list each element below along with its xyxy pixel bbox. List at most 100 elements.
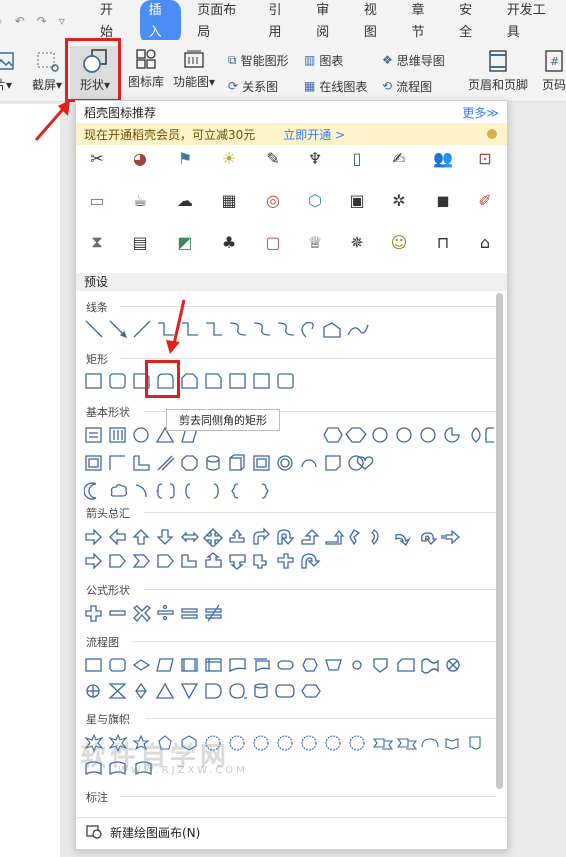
pie-icon[interactable]: ◕ [129,147,151,169]
divider [146,718,496,719]
tab-insert[interactable]: 插入 [139,0,182,44]
bracket-shapes-icon [84,482,269,500]
weather-icon[interactable]: ☁ [174,189,196,211]
book-icon[interactable]: ▯ [346,147,368,169]
svg-text:#: # [550,55,559,68]
function-chart-icon [172,48,216,73]
line-shapes-icon [85,320,369,339]
search-doc-icon[interactable]: ▢ [262,231,284,253]
smartart-icon: ⧉ [228,52,237,67]
search-icon[interactable]: ⌕ [0,14,3,29]
tab-security[interactable]: 安全 [447,0,495,44]
flowchart-row-2 [84,681,364,701]
lines-row [84,319,384,339]
wallet-icon[interactable]: ▭ [86,189,108,211]
icon-library-label: 图标库 [127,75,164,89]
mindmap-button[interactable]: ❖ 思维导图 [382,50,445,70]
new-canvas-button[interactable]: 新建绘图画布(N) [76,817,507,847]
divider [132,641,496,642]
flowchart-icon: ⟲ [382,79,393,93]
tree-icon[interactable]: ♣ [218,231,240,253]
contact-card-icon[interactable]: ▣ [346,189,368,211]
flag-icon[interactable]: ⚑ [174,147,196,169]
chart-icon: ▥ [304,53,316,67]
bulb-icon[interactable]: ☀ [218,147,240,169]
fountain-icon[interactable]: ♆ [304,147,326,169]
section-flowchart: 流程图 [86,636,119,649]
tab-section[interactable]: 章节 [399,0,447,44]
section-basic-shapes: 基本形状 [86,406,130,419]
equation-row [84,603,234,623]
shape-tooltip: 剪去同侧角的矩形 [166,409,280,431]
icon-library-icon [126,48,166,73]
crab-icon[interactable]: ✵ [346,231,368,253]
icon-library-button[interactable]: 图标库 [126,48,166,90]
note-icon[interactable]: ✐ [474,189,496,211]
person-icon[interactable]: ☺ [388,231,410,253]
page-number-icon: # [534,46,566,76]
canvas-icon [86,823,102,842]
presentation-icon[interactable]: ◩ [174,231,196,253]
ribbon-tabs: 开始 插入 页面布局 引用 审阅 视图 章节 安全 开发工具 [88,0,566,44]
factory-icon[interactable]: ⊓ [432,231,454,253]
flowchart-shapes-icon-2 [86,682,321,700]
close-icon[interactable] [487,129,497,139]
coffee-icon[interactable]: ☕ [129,189,151,211]
basket-icon[interactable]: ♕ [304,231,326,253]
tab-developer[interactable]: 开发工具 [495,0,566,44]
scrollbar[interactable] [496,293,503,789]
divider [120,796,496,797]
icon-recommend-title: 稻壳图标推荐 [84,105,157,120]
header-footer-button[interactable]: 页眉和页脚 [466,46,530,93]
equation-shapes-icon [85,604,222,622]
more-link[interactable]: 更多≫ [462,104,499,121]
flowchart-shapes-icon [85,658,460,674]
tab-page-layout[interactable]: 页面布局 [185,0,256,44]
camera-icon[interactable]: ⊡ [474,147,496,169]
home-icon[interactable]: ⌂ [474,231,496,253]
red-arrow-down-icon [166,299,186,354]
rectangle-shapes-icon [85,373,294,389]
chart-label: 图表 [319,53,344,68]
relation-chart-button[interactable]: ⟳ 关系图 [228,76,278,96]
divider [120,358,496,359]
promo-bar: 现在开通稻壳会员，可立减30元 立即开通 > [76,123,507,145]
gear-icon[interactable]: ✲ [388,189,410,211]
bag-icon[interactable]: ◼ [432,189,454,211]
preset-header: 预设 [76,273,507,291]
mindmap-icon: ❖ [382,53,393,67]
quick-access-toolbar: ⌕ ↶ ↷ ▿ [0,14,65,29]
dropdown-icon[interactable]: ▿ [59,14,65,29]
arrow-shapes-icon [85,527,460,547]
promo-link[interactable]: 立即开通 > [283,126,345,143]
basic-shapes-row-2 [84,453,494,473]
sale-calendar-icon[interactable]: ▤ [129,231,151,253]
undo-icon[interactable]: ↶ [15,14,25,29]
function-chart-button[interactable]: 功能图▾ [172,48,216,90]
arrows-row-1 [84,527,494,547]
page-number-button[interactable]: # 页码 [534,46,566,93]
smartart-button[interactable]: ⧉ 智能图形 [228,50,289,70]
header-footer-label: 页眉和页脚 [467,78,528,92]
building-icon[interactable]: ▦ [218,189,240,211]
document-icon[interactable]: ✍ [388,147,410,169]
redo-icon[interactable]: ↷ [37,14,47,29]
flowchart-button[interactable]: ⟲ 流程图 [382,76,432,96]
tab-references[interactable]: 引用 [257,0,305,44]
shape-highlight-box [145,360,180,398]
chart-button[interactable]: ▥ 图表 [304,50,343,70]
hourglass-icon[interactable]: ⧗ [86,231,108,253]
pen-icon[interactable]: ✎ [262,147,284,169]
tab-view[interactable]: 视图 [352,0,400,44]
online-chart-icon: ▦ [304,79,316,93]
users-icon[interactable]: 👥 [432,147,454,169]
document-page [0,104,60,857]
header-footer-icon [466,46,530,76]
tab-review[interactable]: 审阅 [304,0,352,44]
online-chart-button[interactable]: ▦ 在线图表 [304,76,367,96]
code-icon[interactable]: ⬡ [304,189,326,211]
basic-shapes-row-1 [84,425,494,445]
tools-icon[interactable]: ✂ [86,147,108,169]
target-icon[interactable]: ◎ [262,189,284,211]
divider [144,512,496,513]
